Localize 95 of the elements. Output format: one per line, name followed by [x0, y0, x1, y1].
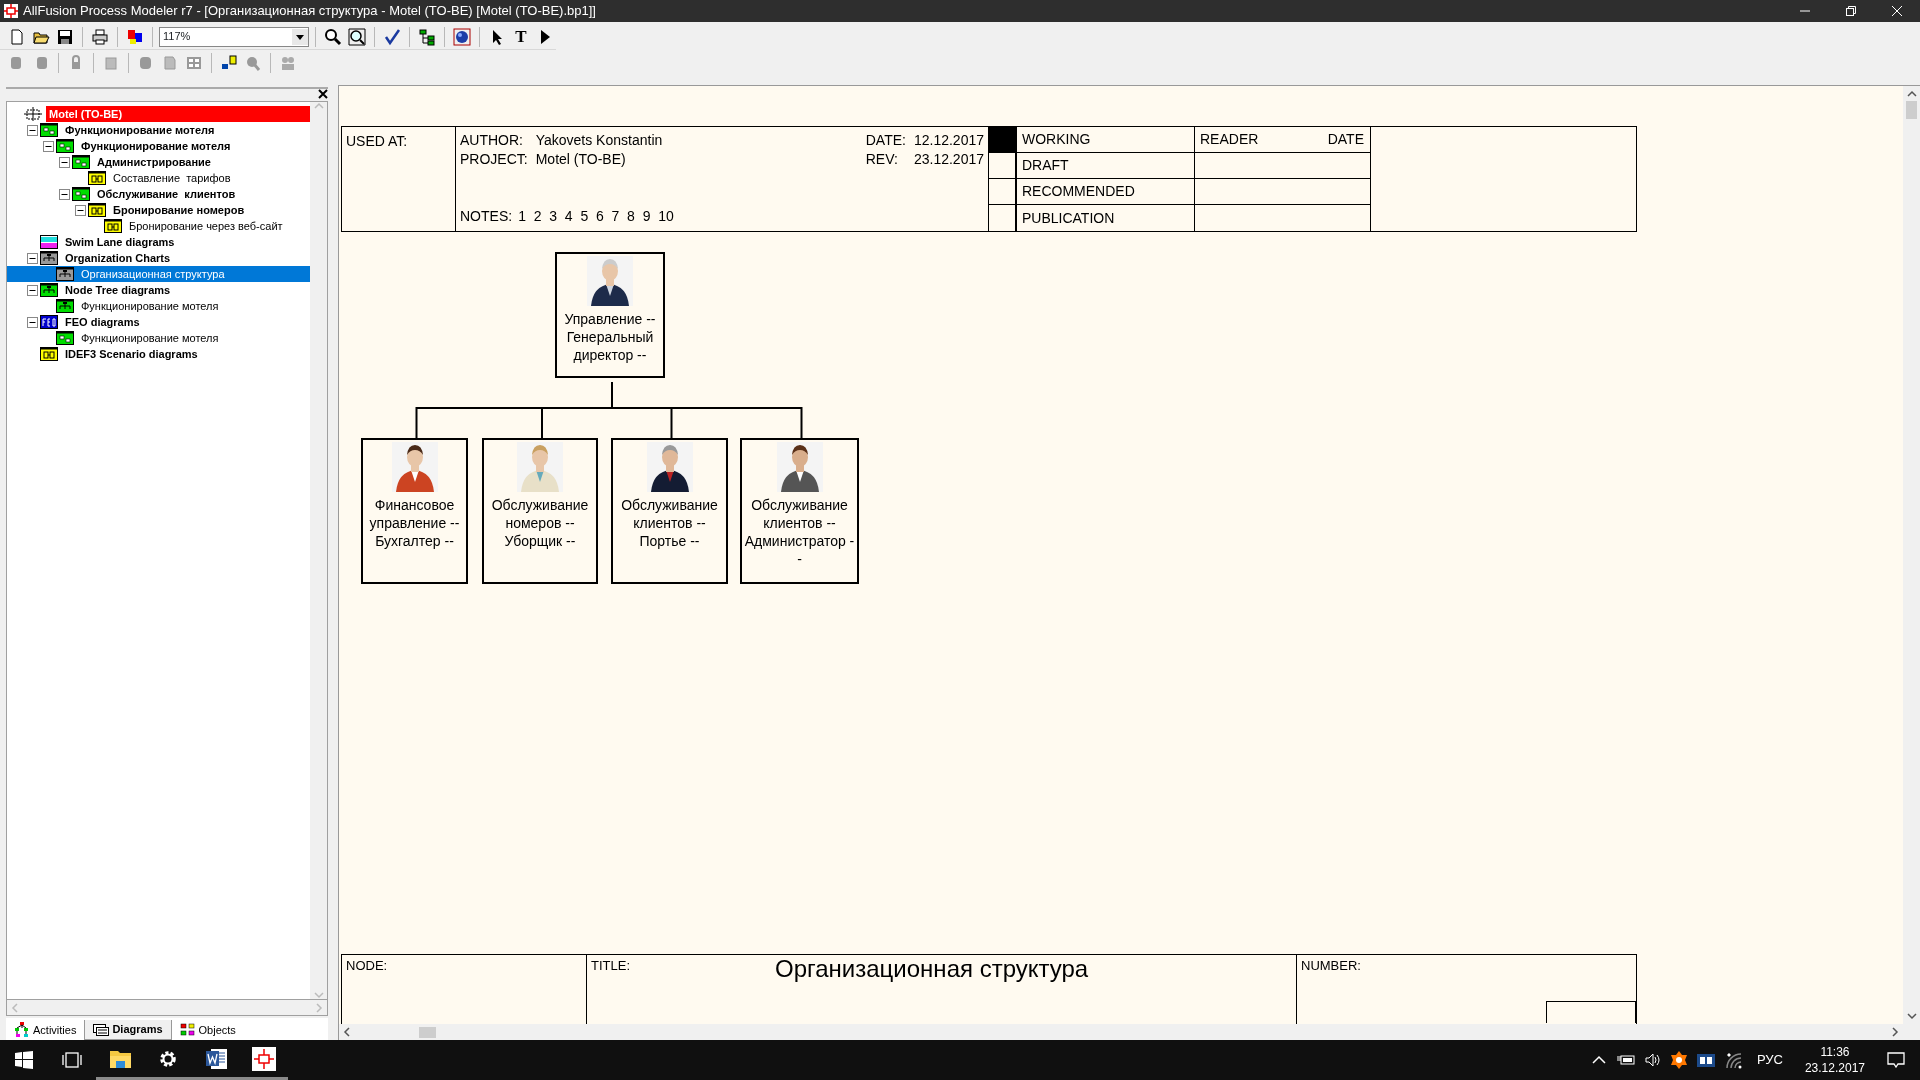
diagram-icon: [72, 187, 90, 201]
scenario-icon: [88, 203, 106, 217]
collapse-icon[interactable]: [27, 316, 38, 328]
rev-label: REV:: [865, 150, 899, 168]
volume-icon[interactable]: [1644, 1053, 1661, 1067]
node-tree-icon: [56, 299, 74, 313]
reader-date-label: DATE: [1327, 130, 1364, 149]
zoom-fit-icon[interactable]: [346, 25, 368, 48]
close-icon[interactable]: [318, 89, 328, 99]
node-tree-icon: [40, 283, 58, 297]
clock-time: 11:36: [1820, 1044, 1850, 1060]
project-value: Motel (TO-BE): [535, 150, 627, 168]
scroll-left-icon[interactable]: [343, 1027, 351, 1037]
rev-value: 23.12.2017: [913, 150, 984, 168]
diagrams-icon: [93, 1021, 110, 1038]
org-chart-icon: [56, 267, 74, 281]
scroll-down-icon[interactable]: [1906, 1012, 1917, 1020]
activities-icon: [14, 1022, 30, 1038]
swim-lane-icon: [40, 235, 58, 249]
title-label: TITLE:: [591, 957, 630, 975]
scenario-icon: [40, 347, 58, 361]
tree-item[interactable]: Organization Charts: [7, 250, 310, 266]
org-node-label: Финансовое управление -- Бухгалтер --: [368, 496, 461, 550]
collapse-icon[interactable]: [27, 124, 38, 136]
antivirus-icon[interactable]: [1670, 1051, 1687, 1069]
collapse-icon[interactable]: [59, 188, 70, 200]
tree-item[interactable]: Администрирование: [7, 154, 310, 170]
scenario-icon: [88, 171, 106, 185]
collapse-icon[interactable]: [27, 252, 38, 264]
notification-icon[interactable]: [1887, 1052, 1905, 1068]
tree-item[interactable]: Организационная структура: [7, 266, 310, 282]
tree-item[interactable]: Функционирование мотеля: [7, 298, 310, 314]
model-icon: [24, 107, 42, 121]
battery-icon[interactable]: [1615, 1053, 1635, 1067]
wifi-icon[interactable]: [1724, 1051, 1742, 1069]
tree-item[interactable]: Функционирование мотеля: [7, 122, 310, 138]
node-label: NODE:: [346, 958, 388, 973]
org-chart-icon: [40, 251, 58, 265]
tree-item[interactable]: Node Tree diagrams: [7, 282, 310, 298]
scenario-icon: [104, 219, 122, 233]
panel-tab[interactable]: Diagrams: [84, 1020, 172, 1040]
notes-label: NOTES:: [460, 207, 513, 226]
tree-item[interactable]: Бронирование номеров: [7, 202, 310, 218]
tree-item[interactable]: Обслуживание клиентов: [7, 186, 310, 202]
panel-tab[interactable]: Activities: [6, 1020, 85, 1040]
panel-tab[interactable]: Objects: [171, 1020, 244, 1040]
globe-icon[interactable]: [451, 25, 473, 48]
app-icon: [3, 3, 19, 19]
org-node-label: Управление -- Генеральный директор --: [563, 310, 657, 364]
status-label: RECOMMENDED: [1022, 182, 1135, 201]
notes-numbers: 1 2 3 4 5 6 7 8 9 10: [518, 207, 674, 226]
org-node-label: Обслуживание номеров -- Уборщик --: [490, 496, 590, 550]
author-value: Yakovets Konstantin: [535, 131, 664, 149]
scroll-up-icon[interactable]: [1906, 90, 1917, 98]
tree-item[interactable]: Функционирование мотеля: [7, 330, 310, 346]
diagram-title: Организационная структура: [775, 956, 1089, 982]
tree-item[interactable]: Бронирование через веб-сайт: [7, 218, 310, 234]
feo-icon: [40, 315, 58, 329]
language-indicator[interactable]: РУС: [1756, 1050, 1783, 1070]
tree-item[interactable]: Составление тарифов: [7, 170, 310, 186]
author-label: AUTHOR:: [460, 131, 524, 149]
project-label: PROJECT:: [460, 150, 528, 168]
scroll-thumb[interactable]: [419, 1026, 436, 1038]
used-at-label: USED AT:: [346, 133, 408, 149]
org-node-label: Обслуживание клиентов -- Портье --: [620, 496, 719, 550]
collapse-icon[interactable]: [27, 284, 38, 296]
date-label: DATE:: [865, 131, 906, 149]
window-title: AllFusion Process Modeler r7 - [Организационная структура - Motel (TO-BE) [Motel (TO-BE).bp1]]: [22, 2, 597, 21]
tree-item[interactable]: Функционирование мотеля: [7, 138, 310, 154]
diagram-icon: [56, 331, 74, 345]
status-label: DRAFT: [1022, 156, 1069, 175]
collapse-icon[interactable]: [59, 156, 70, 168]
diagram-icon: [72, 155, 90, 169]
restore-icon[interactable]: [1846, 6, 1856, 16]
tree-item[interactable]: FEO diagrams: [7, 314, 310, 330]
zoom-dropdown[interactable]: 117%: [159, 26, 309, 47]
org-node-label: Обслуживание клиентов -- Администратор --: [743, 496, 856, 568]
tree-item[interactable]: Swim Lane diagrams: [7, 234, 310, 250]
number-label: NUMBER:: [1301, 957, 1362, 975]
tree-item[interactable]: IDEF3 Scenario diagrams: [7, 346, 310, 362]
date-value: 12.12.2017: [913, 131, 984, 149]
scroll-right-icon[interactable]: [1891, 1027, 1899, 1037]
diagram-icon: [40, 123, 58, 137]
text-tool-button[interactable]: T: [510, 25, 532, 48]
keyboard-icon[interactable]: [1696, 1053, 1715, 1067]
collapse-icon[interactable]: [75, 204, 86, 216]
status-label: PUBLICATION: [1022, 208, 1115, 228]
chevron-up-icon[interactable]: [1591, 1055, 1606, 1065]
clock-date: 23.12.2017: [1804, 1060, 1865, 1076]
objects-icon: [179, 1022, 196, 1038]
status-label: WORKING: [1022, 130, 1091, 149]
collapse-icon[interactable]: [43, 140, 54, 152]
scroll-thumb[interactable]: [1906, 101, 1917, 119]
reader-label: READER: [1200, 130, 1259, 149]
diagram-icon: [56, 139, 74, 153]
